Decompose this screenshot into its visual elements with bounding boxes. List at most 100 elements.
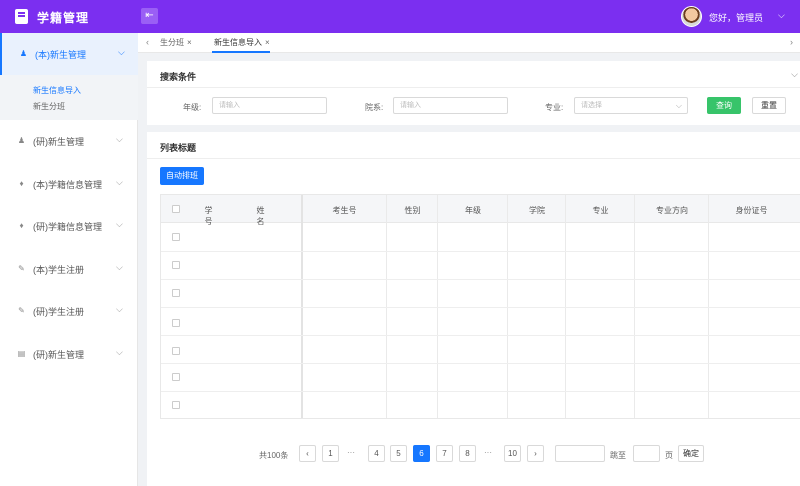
- chevron-down-icon: ⌵: [116, 304, 123, 314]
- search-title: 搜索条件: [160, 72, 197, 82]
- archive-icon: ▤: [17, 349, 26, 358]
- chevron-down-icon: ⌵: [116, 219, 123, 229]
- chevron-down-icon: ⌵: [116, 134, 123, 144]
- table-row: [161, 391, 800, 392]
- col-major: 专业: [592, 206, 609, 215]
- sidebar-item-grad-freshman-2[interactable]: ▤ (研)新生管理 ⌵: [0, 333, 138, 375]
- edit-icon: ✎: [18, 306, 25, 315]
- reset-button[interactable]: 重置: [752, 97, 786, 114]
- auto-assign-button[interactable]: 自动排班: [160, 167, 204, 185]
- col-gender: 性别: [404, 206, 421, 215]
- submenu-item-class-assign[interactable]: 新生分班: [33, 101, 65, 112]
- col-name: 姓名: [256, 206, 265, 226]
- sidebar-item-label: (本)学籍信息管理: [33, 180, 102, 190]
- graduation-cap-icon: ♦: [19, 179, 24, 188]
- divider: [147, 158, 800, 159]
- next-page-button[interactable]: ›: [527, 445, 544, 462]
- graduation-cap-icon: ♦: [19, 221, 24, 230]
- row-checkbox[interactable]: [172, 233, 180, 241]
- list-title: 列表标题: [160, 143, 197, 153]
- row-checkbox[interactable]: [172, 289, 180, 297]
- sidebar-item-grad-register[interactable]: ✎ (研)学生注册 ⌵: [0, 290, 138, 332]
- sidebar-item-label: (研)新生管理: [33, 350, 84, 360]
- sidebar-item-grad-freshman[interactable]: ♟ (研)新生管理 ⌵: [0, 120, 138, 162]
- page-size-select[interactable]: [555, 445, 605, 462]
- close-icon[interactable]: ×: [187, 38, 192, 47]
- table-row: [161, 279, 800, 280]
- chevron-left-icon[interactable]: ‹: [146, 37, 149, 47]
- page-button[interactable]: 8: [459, 445, 476, 462]
- department-label: 院系:: [365, 103, 384, 112]
- page-button[interactable]: 10: [504, 445, 521, 462]
- ellipsis-icon[interactable]: ···: [347, 448, 355, 457]
- page-button[interactable]: 7: [436, 445, 453, 462]
- sidebar: ♟ (本)新生管理 ⌵ 新生信息导入 新生分班 ♟ (研)新生管理 ⌵ ♦ (本…: [0, 33, 138, 486]
- sidebar-item-undergrad-freshman[interactable]: ♟ (本)新生管理 ⌵: [0, 33, 138, 75]
- jump-page-input[interactable]: [633, 445, 660, 462]
- grade-label: 年级:: [183, 103, 202, 112]
- row-checkbox[interactable]: [172, 319, 180, 327]
- tab-class-assign[interactable]: 生分班 ×: [160, 37, 192, 48]
- chevron-down-icon: ⌵: [116, 347, 123, 357]
- sidebar-item-undergrad-records[interactable]: ♦ (本)学籍信息管理 ⌵: [0, 163, 138, 205]
- row-checkbox[interactable]: [172, 261, 180, 269]
- page-button[interactable]: 4: [368, 445, 385, 462]
- row-checkbox[interactable]: [172, 347, 180, 355]
- user-icon: ♟: [17, 136, 26, 145]
- tab-label: 生分班: [160, 38, 184, 47]
- major-select[interactable]: 请选择 ⌵: [574, 97, 688, 114]
- sidebar-item-label: (研)学生注册: [33, 307, 84, 317]
- logo-icon: [15, 9, 28, 24]
- student-table: 学号 姓名 考生号 性别 年级 学院 专业 专业方向 身份证号: [160, 194, 800, 419]
- major-label: 专业:: [545, 103, 564, 112]
- page-button-current[interactable]: 6: [413, 445, 430, 462]
- row-checkbox[interactable]: [172, 401, 180, 409]
- major-placeholder: 请选择: [581, 102, 602, 109]
- submenu-item-import[interactable]: 新生信息导入: [33, 85, 81, 96]
- ellipsis-icon[interactable]: ···: [484, 448, 492, 457]
- table-row: [161, 251, 800, 252]
- select-all-checkbox[interactable]: [172, 205, 180, 213]
- divider: [147, 87, 800, 88]
- menu-fold-icon[interactable]: ⇤: [141, 8, 158, 24]
- jump-confirm-button[interactable]: 确定: [678, 445, 704, 462]
- search-panel: 搜索条件 ⌵ 年级: 请输入 院系: 请输入 专业: 请选择 ⌵ 查询 重置: [147, 61, 800, 125]
- edit-icon: ✎: [18, 264, 25, 273]
- chevron-down-icon[interactable]: ⌵: [778, 10, 785, 21]
- sidebar-item-undergrad-register[interactable]: ✎ (本)学生注册 ⌵: [0, 248, 138, 290]
- sidebar-item-label: (本)学生注册: [33, 265, 84, 275]
- list-panel: 列表标题 自动排班 学号 姓名 考生号 性别 年级 学院 专业 专业方向 身份证…: [147, 132, 800, 486]
- chevron-down-icon[interactable]: ⌵: [791, 69, 798, 80]
- page-button[interactable]: 1: [322, 445, 339, 462]
- col-grade: 年级: [465, 206, 481, 215]
- grade-input[interactable]: 请输入: [212, 97, 327, 114]
- prev-page-button[interactable]: ‹: [299, 445, 316, 462]
- col-id-card: 身份证号: [735, 206, 768, 215]
- col-major-direction: 专业方向: [656, 206, 688, 215]
- page-button[interactable]: 5: [390, 445, 407, 462]
- department-input[interactable]: 请输入: [393, 97, 508, 114]
- table-row: [161, 307, 800, 308]
- close-icon[interactable]: ×: [265, 38, 270, 47]
- pagination-total: 共100条: [259, 451, 289, 460]
- jump-label: 跳至: [610, 451, 626, 460]
- sidebar-item-label: (本)新生管理: [35, 50, 86, 60]
- table-row: [161, 335, 800, 336]
- sidebar-item-label: (研)学籍信息管理: [33, 222, 102, 232]
- tab-strip: ‹ 生分班 × 新生信息导入 × ›: [138, 33, 800, 53]
- chevron-down-icon: ⌵: [118, 47, 125, 57]
- sidebar-item-grad-records[interactable]: ♦ (研)学籍信息管理 ⌵: [0, 205, 138, 247]
- active-tab-indicator: [212, 51, 270, 53]
- chevron-down-icon: ⌵: [116, 262, 123, 272]
- col-exam-no: 考生号: [332, 206, 357, 215]
- tab-label: 新生信息导入: [214, 38, 262, 47]
- tab-import[interactable]: 新生信息导入 ×: [214, 37, 270, 48]
- app-title: 学籍管理: [37, 11, 90, 25]
- row-checkbox[interactable]: [172, 373, 180, 381]
- query-button[interactable]: 查询: [707, 97, 741, 114]
- user-greeting[interactable]: 您好，管理员: [709, 11, 763, 24]
- table-row: [161, 363, 800, 364]
- chevron-right-icon[interactable]: ›: [790, 37, 793, 47]
- avatar[interactable]: [681, 6, 702, 27]
- submenu: 新生信息导入 新生分班: [0, 75, 138, 120]
